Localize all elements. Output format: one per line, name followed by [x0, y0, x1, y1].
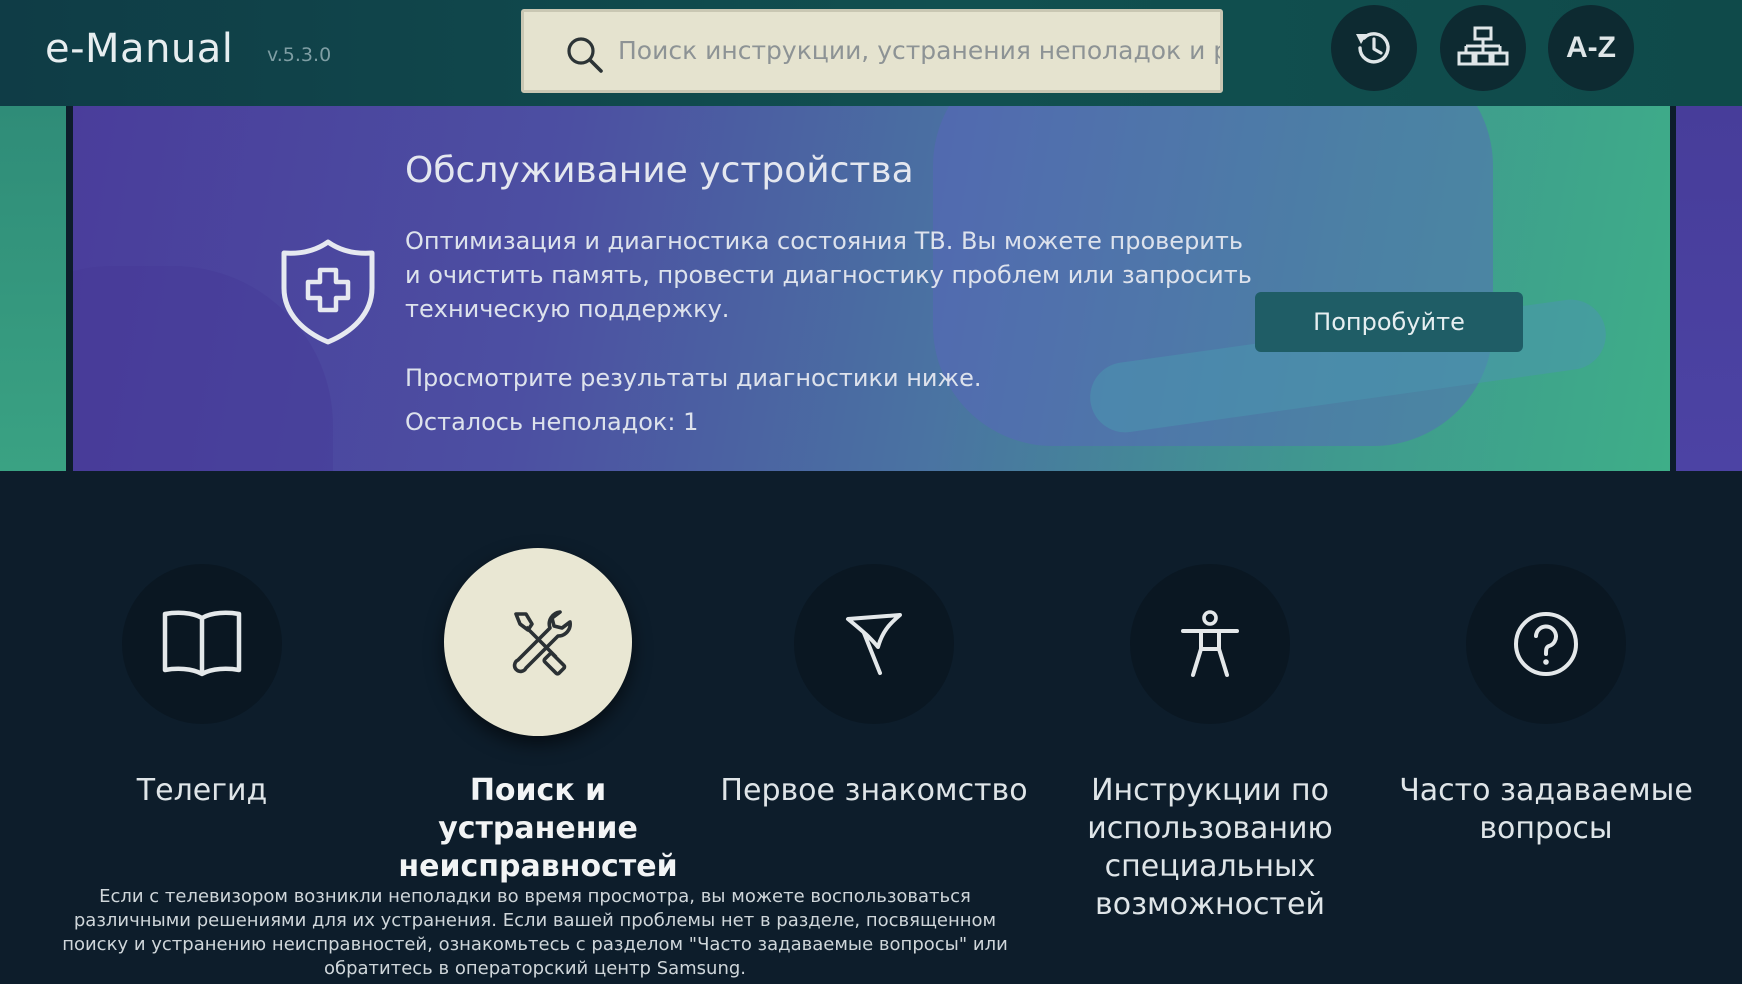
category-label: Часто задаваемые вопросы [1399, 773, 1693, 846]
category-icon-circle[interactable] [1130, 564, 1290, 724]
sitemap-button[interactable] [1440, 5, 1526, 91]
category-faq[interactable]: Часто задаваемые вопросы [1378, 540, 1714, 980]
banner-hint: Просмотрите результаты диагностики ниже. [405, 364, 982, 392]
category-icon-circle[interactable] [122, 564, 282, 724]
app-title: e-Manual [45, 26, 234, 72]
accessibility-icon [1181, 610, 1239, 677]
category-icon-circle[interactable] [794, 564, 954, 724]
a-z-button[interactable]: A-Z [1548, 5, 1634, 91]
history-button[interactable] [1331, 5, 1417, 91]
app-version: v.5.3.0 [267, 44, 332, 66]
banner-description: Оптимизация и диагностика состояния ТВ. … [405, 227, 1252, 323]
history-icon [1356, 32, 1390, 64]
category-icon-circle[interactable] [1466, 564, 1626, 724]
category-label: Поиск и устранение неисправностей [398, 773, 678, 884]
category-icon-circle[interactable] [444, 548, 632, 736]
banner-next-peek[interactable] [1676, 106, 1742, 471]
category-accessibility[interactable]: Инструкции по использованию специальных … [1042, 540, 1378, 980]
banner-prev-peek[interactable] [0, 106, 66, 471]
search-icon [567, 37, 603, 73]
category-label: Телегид [136, 773, 268, 808]
banner-title: Обслуживание устройства [405, 150, 914, 191]
device-care-banner: Обслуживание устройства Оптимизация и ди… [73, 106, 1670, 471]
question-icon [1514, 612, 1578, 676]
a-z-label: A-Z [1566, 31, 1616, 64]
flag-icon [846, 613, 902, 675]
search-input[interactable] [618, 12, 1220, 90]
tools-icon [512, 610, 572, 676]
header-bar: e-Manual v.5.3.0 A-Z [0, 0, 1742, 106]
shield-plus-icon [281, 239, 375, 345]
book-icon [162, 610, 242, 677]
selected-category-description: Если с телевизором возникли неполадки во… [62, 886, 1008, 979]
category-label: Инструкции по использованию специальных … [1087, 773, 1333, 922]
sitemap-icon [1457, 26, 1509, 66]
issues-remaining: Осталось неполадок: 1 [405, 408, 699, 436]
try-button[interactable]: Попробуйте [1255, 292, 1523, 352]
search-box[interactable] [521, 9, 1223, 93]
category-label: Первое знакомство [720, 773, 1028, 808]
